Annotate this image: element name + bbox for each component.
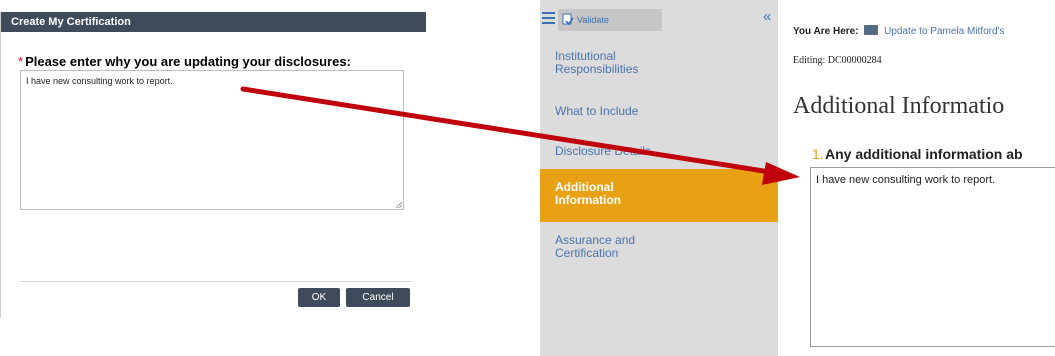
- additional-information-textarea[interactable]: I have new consulting work to report.: [810, 167, 1055, 347]
- disclosure-reason-textarea[interactable]: I have new consulting work to report.: [20, 70, 404, 210]
- breadcrumb: You Are Here: Update to Pamela Mitford's: [793, 25, 1004, 37]
- sidebar-item-label: Additional Information: [555, 180, 621, 207]
- validate-icon: [562, 13, 574, 26]
- page-title: Additional Informatio: [793, 93, 1005, 119]
- breadcrumb-link[interactable]: Update to Pamela Mitford's: [884, 26, 1004, 37]
- main-content: You Are Here: Update to Pamela Mitford's…: [778, 0, 1055, 356]
- question-text: Any additional information ab: [825, 146, 1023, 162]
- required-marker: *: [18, 54, 24, 69]
- validate-button[interactable]: Validate: [558, 9, 662, 31]
- textarea-value: I have new consulting work to report.: [816, 174, 996, 186]
- ok-button[interactable]: OK: [298, 288, 340, 307]
- question-number: 1.: [812, 146, 824, 162]
- hamburger-menu-icon[interactable]: [542, 12, 555, 24]
- dialog-title: Create My Certification: [1, 12, 426, 32]
- validate-label: Validate: [577, 15, 609, 25]
- dialog-divider: [20, 281, 413, 282]
- resize-handle-icon[interactable]: [396, 202, 402, 208]
- double-chevron-left-icon[interactable]: «: [763, 9, 771, 24]
- breadcrumb-label: You Are Here:: [793, 26, 859, 37]
- sidebar-item-institutional-responsibilities[interactable]: Institutional Responsibilities: [540, 50, 665, 82]
- editing-id: Editing: DC00000284: [793, 55, 882, 66]
- disclosure-application: Validate « Institutional Responsibilitie…: [540, 0, 1055, 356]
- disclosure-reason-question: * Please enter why you are updating your …: [18, 54, 351, 69]
- sidebar-item-additional-information[interactable]: Additional Information: [540, 169, 778, 222]
- question-label: Please enter why you are updating your d…: [25, 54, 351, 69]
- sidebar: Validate « Institutional Responsibilitie…: [540, 0, 778, 356]
- sidebar-item-what-to-include[interactable]: What to Include: [540, 105, 778, 119]
- cancel-button[interactable]: Cancel: [346, 288, 410, 307]
- document-icon: [864, 25, 879, 35]
- sidebar-item-assurance-and-certification[interactable]: Assurance and Certification: [540, 234, 670, 266]
- textarea-value: I have new consulting work to report.: [26, 76, 173, 86]
- sidebar-toolbar: Validate «: [540, 9, 778, 33]
- sidebar-item-disclosure-details[interactable]: Disclosure Details: [540, 145, 778, 159]
- create-certification-dialog: Create My Certification * Please enter wh…: [0, 12, 426, 318]
